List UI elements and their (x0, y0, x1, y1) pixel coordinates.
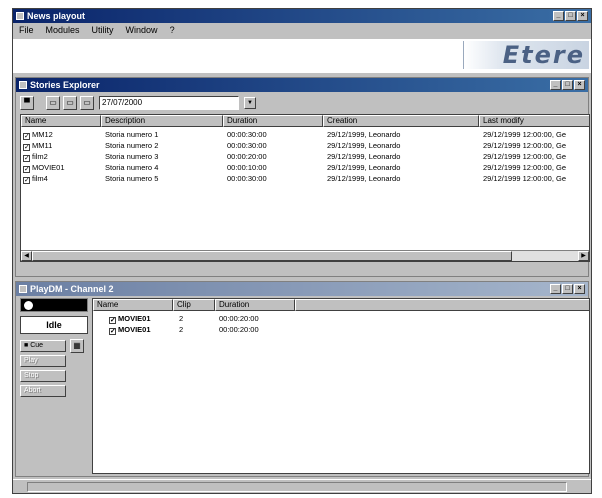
stories-explorer-window: Stories Explorer _ □ × ▀ ▭ ▭ ▭ 27/07/200… (15, 77, 590, 277)
stories-list[interactable]: Name Description Duration Creation Last … (20, 114, 590, 262)
calendar-prev-icon[interactable]: ▭ (63, 96, 77, 110)
explorer-maximize-button[interactable]: □ (562, 80, 573, 90)
channel-monitor (20, 298, 88, 312)
chevron-down-icon[interactable]: ▼ (244, 97, 256, 109)
playlist-title: PlayDM - Channel 2 (30, 284, 114, 294)
checkbox-icon[interactable]: ✓ (23, 177, 30, 184)
explorer-minimize-button[interactable]: _ (550, 80, 561, 90)
date-input[interactable]: 27/07/2000 (99, 96, 239, 110)
playlist-maximize-button[interactable]: □ (562, 284, 573, 294)
abort-button[interactable]: Abort (20, 385, 66, 397)
close-button[interactable]: × (577, 11, 588, 21)
story-row[interactable]: ✓ film4 Storia numero 5 00:00:30:00 29/12… (21, 173, 589, 184)
col-duration-header[interactable]: Duration (223, 115, 323, 127)
playlist-titlebar[interactable]: PlayDM - Channel 2 _ □ × (16, 282, 588, 296)
calendar-next-icon[interactable]: ▭ (80, 96, 94, 110)
menu-modules[interactable]: Modules (46, 25, 80, 35)
story-row[interactable]: ✓ MOVIE01 Storia numero 4 00:00:10:00 29/… (21, 162, 589, 173)
explorer-toolbar: ▀ ▭ ▭ ▭ 27/07/2000 ▼ (20, 94, 256, 112)
checkbox-icon[interactable]: ✓ (23, 144, 30, 151)
story-row[interactable]: ✓ film2 Storia numero 3 00:00:20:00 29/12… (21, 151, 589, 162)
checkbox-icon[interactable]: ✓ (23, 133, 30, 140)
main-window: News playout _ □ × File Modules Utility … (12, 8, 592, 494)
status-pane (27, 482, 567, 492)
playlist-row[interactable]: ✓ MOVIE01 2 00:00:20:00 (93, 313, 589, 324)
playlist-list[interactable]: Name Clip Duration ✓ MOVIE01 2 00:00:20:0… (92, 298, 590, 474)
logo-text: Etere (502, 41, 585, 69)
horizontal-scrollbar[interactable]: ◀ ▶ (21, 250, 589, 261)
scroll-left-icon[interactable]: ◀ (21, 251, 32, 261)
folder-icon[interactable]: ▀ (20, 96, 34, 110)
col-name-header[interactable]: Name (21, 115, 101, 127)
etere-logo: Etere (463, 41, 589, 69)
main-titlebar[interactable]: News playout _ □ × (13, 9, 591, 23)
status-bar (13, 479, 591, 493)
explorer-close-button[interactable]: × (574, 80, 585, 90)
col-modify-header[interactable]: Last modify (479, 115, 589, 127)
playlist-window: PlayDM - Channel 2 _ □ × Idle ■ Cue ▦ Pl… (15, 281, 590, 477)
checkbox-icon[interactable]: ✓ (23, 155, 30, 162)
calendar-icon[interactable]: ▭ (46, 96, 60, 110)
col-description-header[interactable]: Description (101, 115, 223, 127)
play-button[interactable]: Play (20, 355, 66, 367)
grid-icon[interactable]: ▦ (70, 339, 84, 353)
explorer-titlebar[interactable]: Stories Explorer _ □ × (16, 78, 588, 92)
story-row[interactable]: ✓ MM12 Storia numero 1 00:00:30:00 29/12/… (21, 129, 589, 140)
stop-button[interactable]: Stop (20, 370, 66, 382)
play-channel-icon (19, 285, 27, 293)
col-empty-header (295, 299, 589, 311)
menu-utility[interactable]: Utility (92, 25, 114, 35)
menu-help[interactable]: ? (170, 25, 175, 35)
explorer-icon (19, 81, 27, 89)
minimize-button[interactable]: _ (553, 11, 564, 21)
maximize-button[interactable]: □ (565, 11, 576, 21)
checkbox-icon[interactable]: ✓ (109, 317, 116, 324)
menu-bar: File Modules Utility Window ? (13, 23, 591, 37)
checkbox-icon[interactable]: ✓ (23, 166, 30, 173)
app-title: News playout (27, 11, 86, 21)
menu-window[interactable]: Window (126, 25, 158, 35)
channel-control-panel: Idle ■ Cue ▦ Play Stop Abort (18, 298, 90, 474)
story-row[interactable]: ✓ MM11 Storia numero 2 00:00:30:00 29/12/… (21, 140, 589, 151)
col-name-header[interactable]: Name (93, 299, 173, 311)
checkbox-icon[interactable]: ✓ (109, 328, 116, 335)
playlist-close-button[interactable]: × (574, 284, 585, 294)
status-indicator-icon (24, 301, 33, 310)
app-icon (16, 12, 24, 20)
col-creation-header[interactable]: Creation (323, 115, 479, 127)
col-duration-header[interactable]: Duration (215, 299, 295, 311)
logo-area: Etere (13, 39, 591, 73)
playlist-minimize-button[interactable]: _ (550, 284, 561, 294)
col-clip-header[interactable]: Clip (173, 299, 215, 311)
scroll-thumb[interactable] (32, 251, 512, 261)
channel-status: Idle (20, 316, 88, 334)
menu-file[interactable]: File (19, 25, 34, 35)
playlist-row[interactable]: ✓ MOVIE01 2 00:00:20:00 (93, 324, 589, 335)
scroll-right-icon[interactable]: ▶ (578, 251, 589, 261)
explorer-title: Stories Explorer (30, 80, 100, 90)
cue-button[interactable]: ■ Cue (20, 340, 66, 352)
